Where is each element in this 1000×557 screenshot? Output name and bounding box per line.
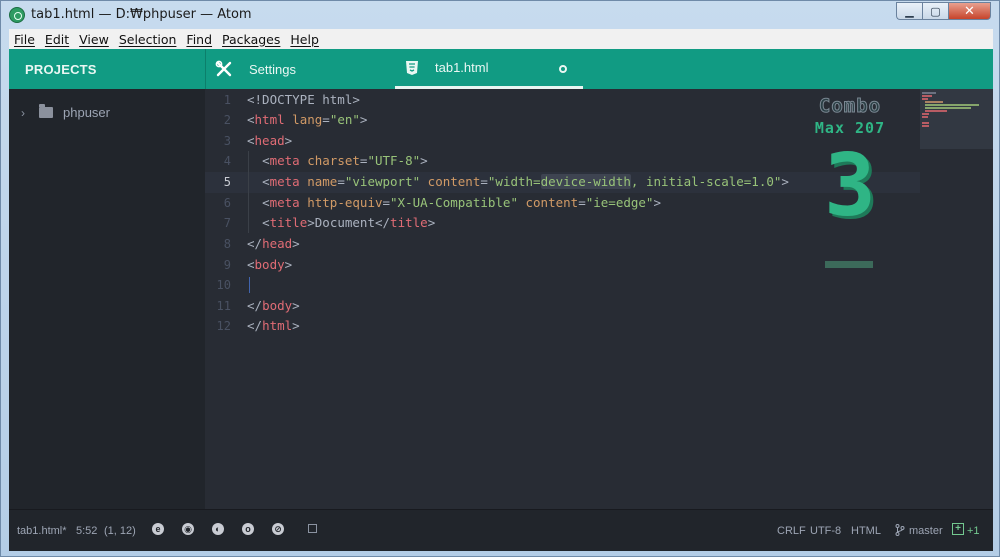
- tab-divider: [205, 49, 206, 89]
- minimap[interactable]: [920, 89, 993, 149]
- modified-indicator-icon[interactable]: [559, 65, 567, 73]
- menu-bar: File Edit View Selection Find Packages H…: [9, 29, 993, 49]
- code-line: <body>: [247, 257, 293, 272]
- menu-packages[interactable]: Packages: [217, 32, 285, 47]
- atom-app-icon: [9, 7, 25, 23]
- combo-max: Max 207: [814, 119, 886, 137]
- menu-find[interactable]: Find: [181, 32, 217, 47]
- git-branch-icon: [895, 524, 905, 539]
- safari-browser-icon[interactable]: ⊘: [272, 523, 284, 535]
- minimize-button[interactable]: ▁: [896, 2, 922, 20]
- combo-count: 3: [824, 136, 876, 236]
- tab-bar: PROJECTS Settings tab1.html: [9, 49, 993, 89]
- line-number: 4: [223, 154, 231, 168]
- code-line: </html>: [247, 318, 300, 333]
- menu-view[interactable]: View: [74, 32, 114, 47]
- minimap-line: [925, 104, 979, 106]
- ie-browser-icon[interactable]: e: [152, 523, 164, 535]
- minimize-icon: ▁: [905, 5, 914, 18]
- status-file-path[interactable]: tab1.html*: [17, 525, 67, 537]
- chevron-right-icon[interactable]: ›: [21, 106, 29, 120]
- minimap-line: [925, 101, 943, 103]
- close-button[interactable]: ✕: [948, 2, 991, 20]
- window-title: tab1.html — D:₩phpuser — Atom: [31, 7, 252, 22]
- line-number: 3: [223, 134, 231, 148]
- code-line: </head>: [247, 236, 300, 251]
- status-line-ending[interactable]: CRLF: [777, 525, 806, 537]
- git-added-icon: +: [952, 523, 964, 535]
- line-number-gutter: 1 2 3 4 5 6 7 8 9 10 11 12: [205, 89, 241, 509]
- menu-file[interactable]: File: [9, 32, 40, 47]
- tab-settings[interactable]: Settings: [215, 49, 395, 89]
- minimap-line: [922, 125, 929, 127]
- tab-tab1-html[interactable]: tab1.html: [395, 49, 583, 89]
- atom-window: tab1.html — D:₩phpuser — Atom ▁ ▢ ✕ File…: [0, 0, 1000, 557]
- code-line: </body>: [247, 298, 300, 313]
- line-number: 10: [216, 278, 231, 292]
- text-cursor: [249, 277, 250, 293]
- atom-workspace: PROJECTS Settings tab1.html › phpuser 1 …: [9, 49, 993, 551]
- code-line-active: <meta name="viewport" content="width=dev…: [262, 174, 789, 189]
- status-encoding[interactable]: UTF-8: [810, 525, 841, 537]
- minimap-line: [922, 122, 929, 124]
- tree-root-folder[interactable]: › phpuser: [21, 104, 110, 120]
- code-line: <title>Document</title>: [262, 215, 436, 230]
- window-controls: ▁ ▢ ✕: [896, 2, 991, 20]
- folder-icon: [39, 104, 53, 118]
- status-bar: tab1.html* 5:52 (1, 12) e ◉ ◐ o ⊘ CRLF U…: [9, 509, 993, 551]
- close-icon: ✕: [964, 3, 975, 18]
- line-number-active: 5: [223, 175, 231, 189]
- code-line: <html lang="en">: [247, 112, 368, 127]
- combo-counter: Combo Max 207 3: [795, 95, 905, 268]
- line-number: 6: [223, 196, 231, 210]
- minimap-line: [922, 95, 932, 97]
- tools-icon: [215, 60, 233, 78]
- html5-icon: [405, 60, 419, 76]
- minimap-line: [925, 110, 947, 112]
- git-added-count[interactable]: +1: [967, 525, 980, 537]
- line-number: 12: [216, 319, 231, 333]
- tree-root-label: phpuser: [63, 105, 110, 120]
- line-number: 9: [223, 258, 231, 272]
- minimap-line: [922, 116, 928, 118]
- title-bar[interactable]: tab1.html — D:₩phpuser — Atom ▁ ▢ ✕: [1, 1, 999, 29]
- minimap-line: [922, 98, 928, 100]
- code-line: <head>: [247, 133, 293, 148]
- status-grammar[interactable]: HTML: [851, 525, 881, 537]
- line-number: 7: [223, 216, 231, 230]
- minimap-line: [925, 107, 971, 109]
- menu-edit[interactable]: Edit: [40, 32, 74, 47]
- menu-help[interactable]: Help: [285, 32, 324, 47]
- tree-view-header: PROJECTS: [25, 62, 97, 77]
- firefox-browser-icon[interactable]: ◐: [212, 523, 224, 535]
- checkbox-icon[interactable]: [308, 524, 317, 533]
- line-number: 1: [223, 93, 231, 107]
- minimap-line: [922, 92, 936, 94]
- code-line: <meta http-equiv="X-UA-Compatible" conte…: [262, 195, 661, 210]
- maximize-button[interactable]: ▢: [922, 2, 948, 20]
- line-number: 2: [223, 113, 231, 127]
- code-line: <!DOCTYPE html>: [247, 92, 360, 107]
- tab-settings-label: Settings: [249, 61, 296, 77]
- line-number: 11: [216, 299, 231, 313]
- combo-timer-bar: [825, 261, 873, 268]
- line-number: 8: [223, 237, 231, 251]
- status-cursor-position[interactable]: (1, 12): [104, 525, 136, 537]
- tab-file-label: tab1.html: [435, 60, 489, 75]
- tree-view: › phpuser: [9, 89, 205, 509]
- code-line: <meta charset="UTF-8">: [262, 153, 428, 168]
- menu-selection[interactable]: Selection: [114, 32, 182, 47]
- combo-label: Combo: [818, 95, 882, 118]
- status-time: 5:52: [76, 525, 98, 537]
- status-branch[interactable]: master: [909, 525, 943, 537]
- minimap-line: [922, 113, 929, 115]
- chrome-browser-icon[interactable]: ◉: [182, 523, 194, 535]
- opera-browser-icon[interactable]: o: [242, 523, 254, 535]
- maximize-icon: ▢: [930, 5, 941, 18]
- text-editor[interactable]: 1 2 3 4 5 6 7 8 9 10 11 12 <!DOCTYPE htm…: [205, 89, 993, 509]
